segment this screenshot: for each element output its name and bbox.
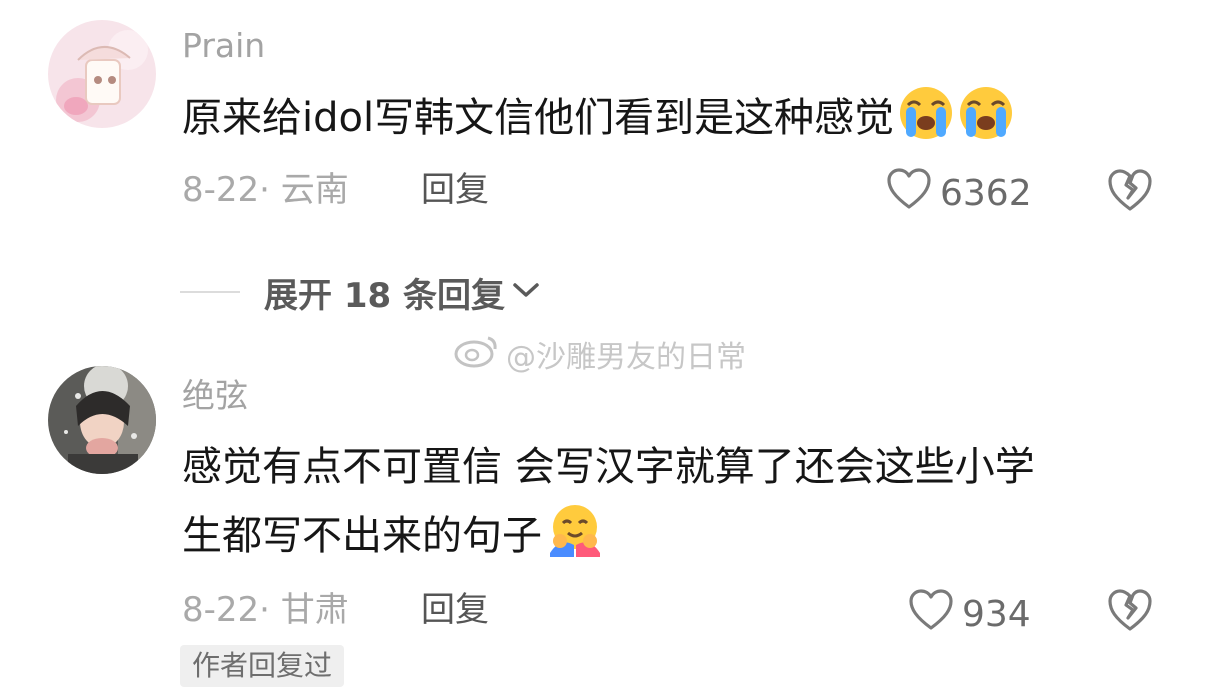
heart-outline-icon — [886, 168, 932, 219]
chevron-down-icon — [511, 280, 541, 304]
weibo-logo-icon — [452, 332, 500, 376]
avatar[interactable] — [48, 20, 156, 128]
author-replied-badge: 作者回复过 — [180, 645, 345, 687]
username[interactable]: 绝弦 — [182, 376, 248, 416]
watermark: @沙雕男友的日常 — [452, 332, 746, 376]
broken-heart-icon — [1106, 169, 1154, 216]
like-count: 6362 — [940, 172, 1032, 214]
comment-text-line-body: 生都写不出来的句子 — [182, 513, 542, 559]
reply-button[interactable]: 回复 — [421, 590, 489, 630]
divider-line — [180, 291, 240, 293]
comment-meta: 8-22· 云南 — [182, 170, 349, 210]
comment-text: 原来给idol写韩文信他们看到是这种感觉 — [182, 84, 1142, 162]
loudly-crying-face-emoji — [898, 85, 954, 162]
like-button[interactable]: 934 — [908, 589, 1031, 640]
username[interactable]: Prain — [182, 26, 265, 66]
hugging-face-emoji — [546, 501, 604, 580]
comment-meta: 8-22· 甘肃 — [182, 590, 349, 630]
comment-text-body: 原来给idol写韩文信他们看到是这种感觉 — [182, 95, 895, 141]
expand-replies-label: 展开 18 条回复 — [264, 275, 505, 316]
reply-button[interactable]: 回复 — [421, 170, 489, 210]
comment-text: 感觉有点不可置信 会写汉字就算了还会这些小学 生都写不出来的句子 — [182, 433, 1142, 580]
expand-replies-button[interactable]: 展开 18 条回复 — [180, 270, 541, 316]
comment-text-line-2: 生都写不出来的句子 — [182, 501, 1142, 580]
dislike-button[interactable] — [1106, 168, 1154, 216]
avatar[interactable] — [48, 366, 156, 474]
heart-outline-icon — [908, 589, 954, 640]
watermark-text: @沙雕男友的日常 — [506, 340, 746, 375]
broken-heart-icon — [1106, 589, 1154, 636]
dislike-button[interactable] — [1106, 588, 1154, 636]
comment-text-line: 感觉有点不可置信 会写汉字就算了还会这些小学 — [182, 444, 1035, 490]
like-button[interactable]: 6362 — [886, 168, 1032, 219]
loudly-crying-face-emoji — [958, 85, 1014, 162]
like-count: 934 — [962, 593, 1031, 635]
